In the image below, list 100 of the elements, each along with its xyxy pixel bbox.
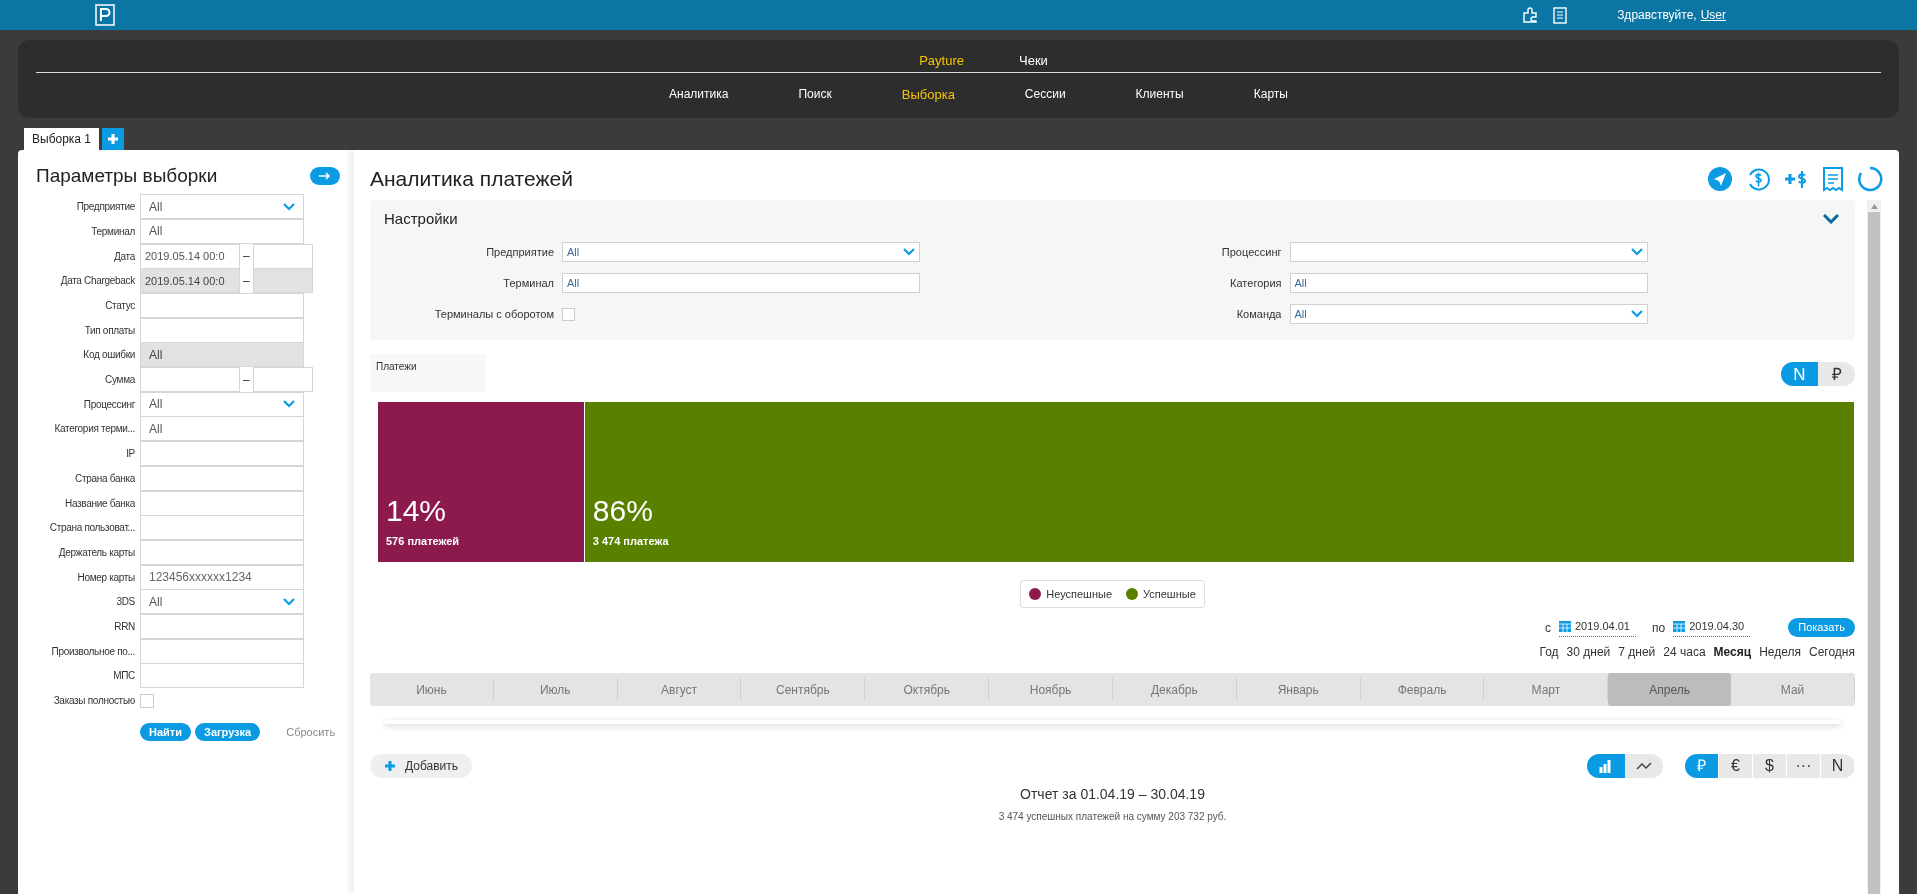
input-field[interactable] xyxy=(140,441,304,467)
add-tab-button[interactable] xyxy=(102,128,125,150)
nav-link[interactable]: Клиенты xyxy=(1135,85,1184,105)
month-tab[interactable]: Май xyxy=(1731,678,1855,701)
period-link[interactable]: Год xyxy=(1539,643,1559,661)
date-picker[interactable]: 2019.04.30 xyxy=(1673,618,1751,637)
chevron-down-icon xyxy=(283,597,295,606)
input-field[interactable]: 2019.05.14 00:0 xyxy=(140,243,240,269)
input-field[interactable] xyxy=(140,613,304,639)
currency-toggle[interactable]: ··· xyxy=(1787,754,1821,778)
period-link[interactable]: Неделя xyxy=(1759,643,1801,661)
chevron-down-icon xyxy=(283,400,295,409)
month-tab[interactable]: Август xyxy=(617,678,742,701)
dash: – xyxy=(243,371,250,389)
to-label: по xyxy=(1652,619,1666,637)
page-title: Аналитика платежей xyxy=(370,166,573,193)
expand-toggle[interactable] xyxy=(1823,214,1839,225)
nav-link[interactable]: Поиск xyxy=(798,85,832,105)
dropdown-field[interactable]: All xyxy=(140,194,304,220)
collapse-button[interactable] xyxy=(310,167,340,186)
input-field[interactable] xyxy=(140,638,304,664)
checkbox[interactable] xyxy=(140,693,154,708)
dropdown-field[interactable]: All xyxy=(140,589,304,615)
dropdown-field[interactable] xyxy=(1289,242,1648,262)
logo-icon[interactable] xyxy=(95,4,115,26)
input-field[interactable]: 123456xxxxxx1234 xyxy=(140,564,304,590)
input-field[interactable] xyxy=(140,293,304,318)
field-label: RRN xyxy=(113,619,136,634)
month-tab[interactable]: Февраль xyxy=(1360,678,1485,701)
month-tab[interactable]: Январь xyxy=(1236,678,1361,701)
plus-icon xyxy=(384,760,396,772)
dropdown-field[interactable]: All xyxy=(1289,304,1648,324)
mode-toggle[interactable]: ₽ xyxy=(1818,361,1855,386)
input-field[interactable]: All xyxy=(140,416,304,442)
input-field[interactable] xyxy=(140,515,304,541)
from-label: с xyxy=(1544,619,1551,637)
field-label: Терминалы с оборотом xyxy=(433,306,554,322)
tab[interactable]: Выборка 1 xyxy=(24,128,100,150)
input-field[interactable]: All xyxy=(140,218,304,244)
nav-link[interactable]: Аналитика xyxy=(669,85,729,105)
panel-title: Параметры выборки xyxy=(36,164,218,188)
nav-tab[interactable]: Чеки xyxy=(1019,51,1048,72)
nav-link[interactable]: Выборка xyxy=(901,85,955,105)
puzzle-icon[interactable] xyxy=(1521,6,1540,24)
field-label: IP xyxy=(125,447,136,462)
scrollbar[interactable] xyxy=(1867,200,1881,894)
month-tab[interactable]: Ноябрь xyxy=(989,678,1113,701)
receipt-icon[interactable] xyxy=(1821,166,1845,192)
plus-icon xyxy=(107,133,120,145)
count-label: 3 474 платежа xyxy=(592,534,670,549)
clipboard-icon[interactable] xyxy=(1553,6,1568,24)
period-link[interactable]: 7 дней xyxy=(1618,643,1656,661)
send-icon[interactable] xyxy=(1707,166,1733,192)
chevron-down-icon xyxy=(903,248,915,256)
nav-link[interactable]: Сессии xyxy=(1024,85,1066,105)
month-tab[interactable]: Октябрь xyxy=(865,678,990,701)
input-field[interactable] xyxy=(252,367,313,393)
nav-tab[interactable]: Payture xyxy=(919,51,964,72)
input-field[interactable] xyxy=(140,317,304,343)
period-link[interactable]: 24 часа xyxy=(1663,643,1706,661)
currency-toggle[interactable]: $ xyxy=(1753,754,1787,778)
date-picker[interactable]: 2019.04.01 xyxy=(1558,618,1636,637)
chevron-down-icon xyxy=(1823,214,1839,225)
period-link[interactable]: Сегодня xyxy=(1809,643,1855,661)
input-field[interactable]: All xyxy=(562,273,920,293)
field-label: Категория терми... xyxy=(53,422,136,437)
input-field[interactable] xyxy=(140,539,304,565)
input-field[interactable] xyxy=(140,367,240,393)
input-field[interactable] xyxy=(140,663,304,689)
legend-label: Неуспешные xyxy=(1046,586,1113,602)
period-link[interactable]: 30 дней xyxy=(1566,643,1611,661)
scroll-up-icon[interactable] xyxy=(1870,203,1878,209)
chevron-down-icon xyxy=(1630,310,1643,318)
dropdown-field[interactable]: All xyxy=(562,242,920,262)
month-tab[interactable]: Сентябрь xyxy=(741,678,866,701)
month-tab[interactable]: Апрель xyxy=(1608,673,1732,706)
period-link[interactable]: Месяц xyxy=(1713,643,1752,661)
reset-link[interactable]: Сбросить xyxy=(286,723,336,740)
metric-card: Платежи xyxy=(370,353,486,392)
month-tab[interactable]: Декабрь xyxy=(1112,678,1237,701)
currency-toggle[interactable]: € xyxy=(1719,754,1753,778)
field-label: Заказы полностью xyxy=(52,694,136,708)
month-tab[interactable]: Июнь xyxy=(370,678,494,701)
field-label: Произвольное по... xyxy=(50,644,136,659)
field-label: Номер карты xyxy=(76,570,136,585)
currency-toggle[interactable]: N xyxy=(1821,754,1855,778)
user-link[interactable]: User xyxy=(1700,6,1726,24)
month-tab[interactable]: Июль xyxy=(493,678,618,701)
input-field[interactable] xyxy=(140,465,304,491)
input-field[interactable]: All xyxy=(1289,273,1648,293)
field-label: МПС xyxy=(112,669,136,684)
dropdown-field[interactable]: All xyxy=(140,391,304,417)
input-field[interactable] xyxy=(140,490,304,516)
chart-type-toggle[interactable] xyxy=(1587,754,1625,778)
refresh-icon[interactable] xyxy=(1857,166,1883,192)
percent-label: 14% xyxy=(386,493,448,529)
input-field[interactable] xyxy=(252,243,313,269)
checkbox[interactable] xyxy=(562,307,575,321)
add-button[interactable]: Добавить xyxy=(370,754,473,778)
nav-link[interactable]: Карты xyxy=(1253,85,1288,105)
